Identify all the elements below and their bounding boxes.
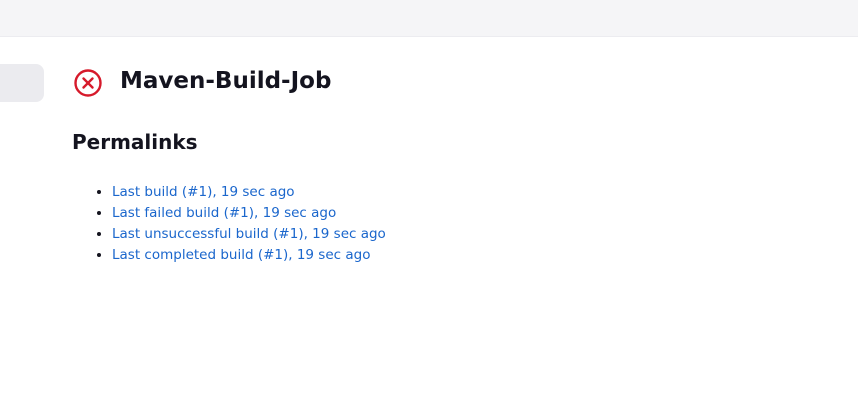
list-item: Last failed build (#1), 19 sec ago bbox=[112, 203, 386, 224]
last-build-link[interactable]: Last build (#1), 19 sec ago bbox=[112, 184, 295, 200]
list-item: Last unsuccessful build (#1), 19 sec ago bbox=[112, 224, 386, 245]
list-item: Last completed build (#1), 19 sec ago bbox=[112, 245, 386, 266]
last-completed-build-link[interactable]: Last completed build (#1), 19 sec ago bbox=[112, 247, 370, 263]
last-failed-build-link[interactable]: Last failed build (#1), 19 sec ago bbox=[112, 205, 336, 221]
top-header-bar bbox=[0, 0, 858, 37]
x-circle-icon bbox=[74, 69, 102, 97]
last-unsuccessful-build-link[interactable]: Last unsuccessful build (#1), 19 sec ago bbox=[112, 226, 386, 242]
page-title: Maven-Build-Job bbox=[120, 68, 332, 94]
sidebar-nav-item[interactable] bbox=[0, 64, 44, 102]
permalinks-heading: Permalinks bbox=[72, 130, 198, 154]
failed-status-icon bbox=[73, 68, 103, 98]
list-item: Last build (#1), 19 sec ago bbox=[112, 182, 386, 203]
permalinks-list: Last build (#1), 19 sec ago Last failed … bbox=[72, 182, 386, 266]
